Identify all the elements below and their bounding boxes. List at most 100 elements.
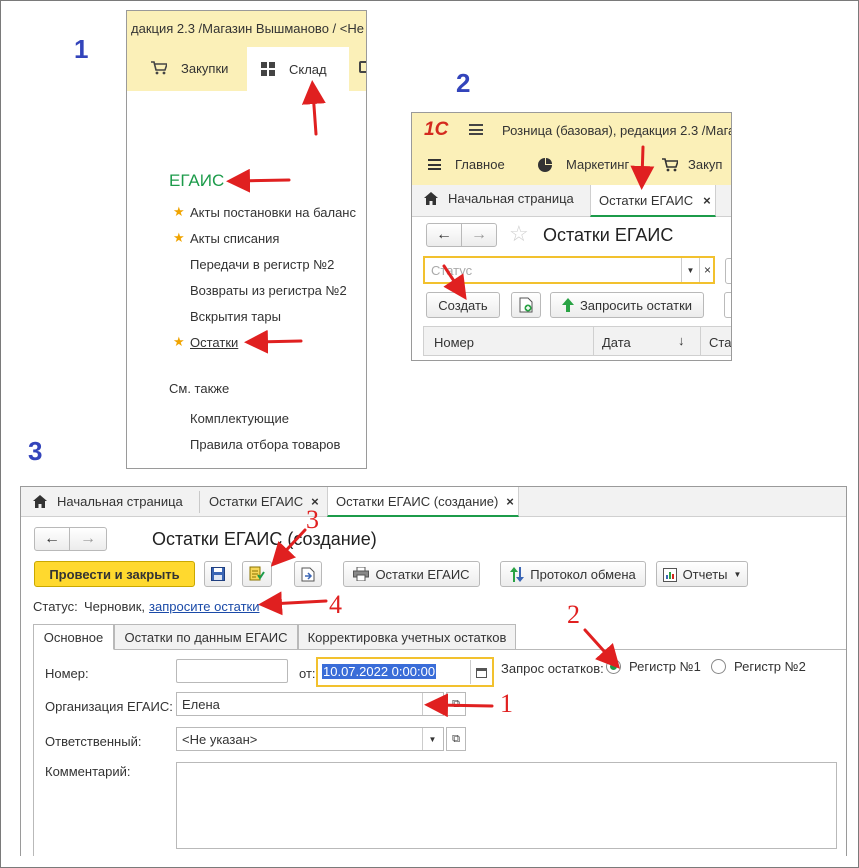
responsible-input[interactable]: <Не указан>: [176, 727, 444, 751]
responsible-dropdown-icon[interactable]: ▼: [422, 728, 442, 750]
org-label: Организация ЕГАИС:: [45, 699, 173, 714]
responsible-value: <Не указан>: [182, 731, 258, 747]
column-status[interactable]: Ста: [709, 335, 731, 350]
radio-register2[interactable]: Регистр №2: [711, 659, 806, 674]
section-content-border: [33, 649, 34, 856]
menu-item-writeoff-acts[interactable]: ★: [173, 230, 185, 246]
arrow-right-icon: →: [471, 226, 487, 243]
grid-icon: [261, 62, 275, 76]
tab-egais-remains[interactable]: Остатки ЕГАИС ×: [209, 494, 319, 509]
close-icon[interactable]: ×: [506, 494, 514, 509]
menu-main-label: Главное: [455, 157, 505, 172]
print-doc-button[interactable]: [294, 561, 322, 587]
tab-egais-remains-create-label: Остатки ЕГАИС (создание): [336, 493, 499, 509]
cart-icon: [151, 61, 167, 75]
step-2-label: 2: [456, 68, 471, 98]
menu-marketing-label: Маркетинг: [566, 157, 630, 172]
annotation-3: 3: [306, 505, 319, 534]
panel-2-page-title: Остатки ЕГАИС: [543, 225, 674, 245]
column-number[interactable]: Номер: [434, 335, 474, 350]
favorite-star-icon[interactable]: ☆: [509, 221, 529, 247]
section-tab-egais-data[interactable]: Остатки по данным ЕГАИС: [114, 624, 298, 650]
more-button[interactable]: [724, 292, 731, 318]
menu-item-remains[interactable]: Остатки: [190, 335, 238, 350]
tab-egais-remains[interactable]: Остатки ЕГАИС ×: [590, 185, 716, 217]
menu-item-components[interactable]: Комплектующие: [190, 411, 289, 426]
dropdown-icon[interactable]: ▼: [681, 258, 699, 282]
request-remains-link[interactable]: запросите остатки: [149, 599, 260, 614]
arrow-left-icon: ←: [44, 530, 60, 547]
column-divider: [593, 326, 594, 356]
step-3-label: 3: [28, 436, 43, 466]
org-open-icon[interactable]: ⧉: [446, 692, 466, 716]
menu-purchases[interactable]: Закуп: [662, 157, 722, 172]
forward-button[interactable]: →: [69, 527, 107, 551]
comment-textarea[interactable]: [176, 762, 837, 849]
reports-button[interactable]: Отчеты ▼: [656, 561, 748, 587]
create-button-label: Создать: [438, 297, 488, 313]
see-also-title: См. также: [169, 381, 230, 396]
number-input[interactable]: [176, 659, 288, 683]
section-tab-corrections[interactable]: Корректировка учетных остатков: [298, 624, 516, 650]
create-button[interactable]: Создать: [426, 292, 500, 318]
tab-egais-remains-create[interactable]: Остатки ЕГАИС (создание) ×: [327, 487, 519, 517]
request-remains-button[interactable]: Запросить остатки: [550, 292, 704, 318]
menu-item-transfers-register2[interactable]: Передачи в регистр №2: [190, 257, 334, 272]
tab-home-label: Начальная страница: [57, 494, 183, 509]
menu-marketing[interactable]: Маркетинг: [538, 157, 629, 172]
request-remains-label: Запросить остатки: [579, 297, 693, 313]
menu-item-returns-register2[interactable]: Возвраты из регистра №2: [190, 283, 347, 298]
tab-purchases[interactable]: Закупки: [151, 56, 228, 80]
exchange-arrows-icon: [510, 566, 525, 582]
from-label: от:: [299, 666, 316, 681]
tab-warehouse[interactable]: Склад: [247, 47, 349, 91]
menu-item-selection-rules[interactable]: Правила отбора товаров: [190, 437, 340, 452]
back-button[interactable]: ←: [34, 527, 70, 551]
menu-item-writeoff-acts-label[interactable]: Акты списания: [190, 231, 279, 246]
panel-1-title-bar: дакция 2.3 /Магазин Вышманово / <Не: [127, 11, 366, 45]
column-date[interactable]: Дата: [602, 335, 631, 350]
arrow-up-icon: [561, 298, 574, 312]
forward-button[interactable]: →: [461, 223, 497, 247]
radio-register2-label: Регистр №2: [734, 659, 806, 674]
annotation-1: 1: [500, 689, 513, 718]
clear-icon[interactable]: ×: [699, 258, 715, 282]
responsible-open-icon[interactable]: ⧉: [446, 727, 466, 751]
status-value: Черновик,: [84, 599, 146, 614]
radio-checked-icon: [606, 659, 621, 674]
org-dropdown-icon[interactable]: ▼: [422, 693, 442, 715]
tab-home[interactable]: Начальная страница: [424, 191, 574, 206]
save-button[interactable]: [204, 561, 232, 587]
radio-register1-label: Регистр №1: [629, 659, 701, 674]
menu-item-balance-acts[interactable]: ★: [173, 204, 185, 220]
close-icon[interactable]: ×: [703, 193, 711, 208]
responsible-label: Ответственный:: [45, 734, 142, 749]
menu-main[interactable]: Главное: [428, 157, 505, 172]
floppy-disk-icon: [211, 567, 225, 581]
menu-item-container-opening[interactable]: Вскрытия тары: [190, 309, 281, 324]
section-tab-main[interactable]: Основное: [33, 624, 114, 650]
tab-egais-remains-label: Остатки ЕГАИС: [599, 192, 694, 208]
status-filter-field[interactable]: Статус ▼ ×: [423, 256, 715, 284]
back-button[interactable]: ←: [426, 223, 462, 247]
copy-doc-button[interactable]: [511, 292, 541, 318]
egais-remains-print-button[interactable]: Остатки ЕГАИС: [343, 561, 480, 587]
section-tab-main-label: Основное: [43, 629, 104, 645]
status-label: Статус:: [33, 599, 78, 614]
tab-home[interactable]: Начальная страница: [33, 494, 183, 509]
exchange-protocol-button[interactable]: Протокол обмена: [500, 561, 646, 587]
document-arrow-icon: [301, 567, 315, 581]
bag-icon: [359, 61, 366, 73]
post-button[interactable]: [242, 561, 272, 587]
date-input[interactable]: 10.07.2022 0:00:00: [316, 657, 494, 687]
tab-purchases-label: Закупки: [181, 60, 229, 76]
document-add-icon: [519, 297, 533, 313]
panel-3-form: Начальная страница Остатки ЕГАИС × Остат…: [20, 486, 847, 856]
menu-item-balance-acts-label[interactable]: Акты постановки на баланс: [190, 205, 356, 220]
post-and-close-button[interactable]: Провести и закрыть: [34, 561, 195, 587]
radio-register1[interactable]: Регистр №1: [606, 659, 701, 674]
org-input[interactable]: Елена: [176, 692, 444, 716]
post-and-close-label: Провести и закрыть: [49, 566, 180, 582]
hamburger-icon[interactable]: [469, 124, 483, 135]
calendar-icon[interactable]: [470, 660, 492, 684]
